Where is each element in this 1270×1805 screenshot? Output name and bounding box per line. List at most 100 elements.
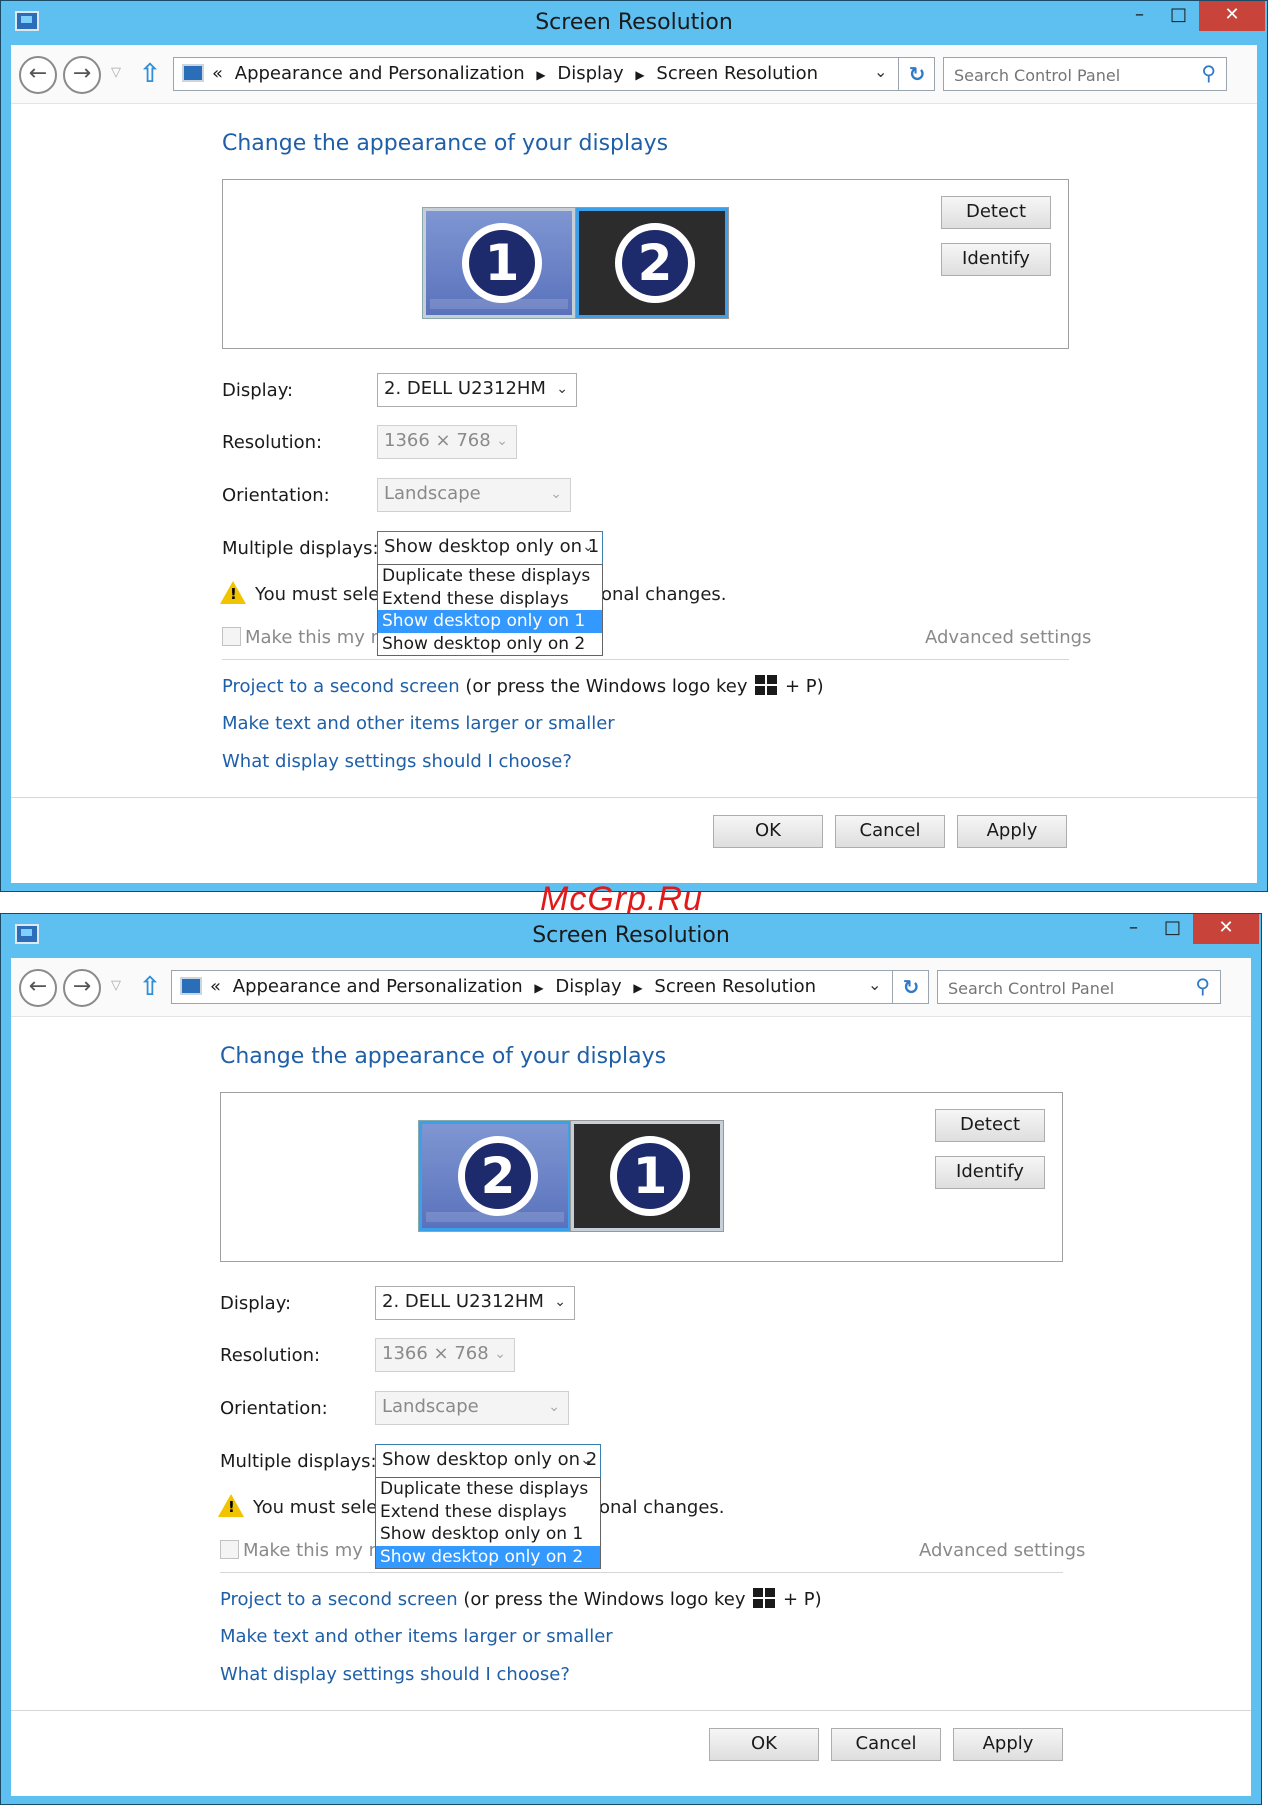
recent-pages-chevron-icon[interactable]: ▽ xyxy=(111,65,121,80)
multiple-displays-select[interactable]: Show desktop only on 2 ⌄ xyxy=(375,1444,601,1478)
dropdown-option[interactable]: Extend these displays xyxy=(378,588,602,611)
display-select[interactable]: 2. DELL U2312HM ⌄ xyxy=(377,373,577,407)
text-size-link[interactable]: Make text and other items larger or smal… xyxy=(222,713,615,734)
maximize-button[interactable]: □ xyxy=(1154,914,1191,944)
refresh-icon[interactable]: ↻ xyxy=(898,58,935,90)
close-button[interactable]: ✕ xyxy=(1199,1,1265,31)
ok-button[interactable]: OK xyxy=(709,1728,819,1761)
title-bar[interactable]: Screen Resolution – □ ✕ xyxy=(1,914,1261,958)
breadcrumb-overflow[interactable]: « xyxy=(210,976,221,997)
dropdown-option[interactable]: Duplicate these displays xyxy=(376,1478,600,1501)
chevron-down-icon: ⌄ xyxy=(580,1452,592,1468)
warning-text-start: You must select xyxy=(255,584,397,605)
up-arrow-icon[interactable]: ⇧ xyxy=(139,59,161,89)
screen-resolution-window-1: Screen Resolution – □ ✕ ← → ▽ ⇧ « Appear… xyxy=(0,0,1268,892)
maximize-button[interactable]: □ xyxy=(1160,1,1197,31)
back-arrow-icon[interactable]: ← xyxy=(19,969,57,1007)
breadcrumb-display[interactable]: Display xyxy=(555,976,621,997)
detect-button[interactable]: Detect xyxy=(941,196,1051,229)
resolution-select: 1366 × 768 ⌄ xyxy=(375,1338,515,1372)
forward-arrow-icon[interactable]: → xyxy=(63,969,101,1007)
orientation-select-value: Landscape xyxy=(384,483,481,504)
recent-pages-chevron-icon[interactable]: ▽ xyxy=(111,978,121,993)
multiple-displays-select[interactable]: Show desktop only on 1 ⌄ xyxy=(377,531,603,565)
breadcrumb-separator-icon[interactable]: ▶ xyxy=(534,981,543,995)
text-size-link[interactable]: Make text and other items larger or smal… xyxy=(220,1626,613,1647)
monitor-tile-selected[interactable]: 2 xyxy=(419,1121,571,1231)
search-box[interactable]: ⚲ xyxy=(937,970,1221,1004)
back-arrow-icon[interactable]: ← xyxy=(19,56,57,94)
footer-divider xyxy=(11,797,1257,798)
forward-arrow-icon[interactable]: → xyxy=(63,56,101,94)
chevron-down-icon: ⌄ xyxy=(554,1294,566,1310)
search-input[interactable] xyxy=(946,975,1170,1001)
warning-text-start: You must select xyxy=(253,1497,395,1518)
chevron-down-icon: ⌄ xyxy=(550,486,562,502)
dropdown-option[interactable]: Show desktop only on 1 xyxy=(376,1523,600,1546)
dropdown-option-selected[interactable]: Show desktop only on 1 xyxy=(378,610,602,633)
monitor-tile[interactable]: 1 xyxy=(571,1121,723,1231)
cancel-button[interactable]: Cancel xyxy=(835,815,945,848)
address-bar[interactable]: « Appearance and Personalization ▶ Displ… xyxy=(171,970,929,1004)
address-dropdown-icon[interactable]: ⌄ xyxy=(868,975,881,994)
breadcrumb-display[interactable]: Display xyxy=(557,63,623,84)
orientation-select: Landscape ⌄ xyxy=(375,1391,569,1425)
project-row: Project to a second screen (or press the… xyxy=(222,675,824,697)
search-icon[interactable]: ⚲ xyxy=(1201,61,1216,85)
display-select[interactable]: 2. DELL U2312HM ⌄ xyxy=(375,1286,575,1320)
project-to-second-screen-link[interactable]: Project to a second screen xyxy=(220,1589,458,1610)
breadcrumb-separator-icon[interactable]: ▶ xyxy=(536,68,545,82)
refresh-icon[interactable]: ↻ xyxy=(892,971,929,1003)
advanced-settings-link[interactable]: Advanced settings xyxy=(925,627,1091,648)
window-client-area: ← → ▽ ⇧ « Appearance and Personalization… xyxy=(11,958,1251,1796)
multiple-displays-select-value: Show desktop only on 1 xyxy=(384,536,600,557)
dropdown-option[interactable]: Show desktop only on 2 xyxy=(378,633,602,656)
search-box[interactable]: ⚲ xyxy=(943,57,1227,91)
up-arrow-icon[interactable]: ⇧ xyxy=(139,972,161,1002)
dropdown-option[interactable]: Extend these displays xyxy=(376,1501,600,1524)
ok-button[interactable]: OK xyxy=(713,815,823,848)
breadcrumb-separator-icon[interactable]: ▶ xyxy=(633,981,642,995)
page-heading: Change the appearance of your displays xyxy=(220,1044,667,1069)
search-input[interactable] xyxy=(952,62,1176,88)
window-title: Screen Resolution xyxy=(535,10,733,35)
apply-button[interactable]: Apply xyxy=(957,815,1067,848)
display-preview-panel: 1 2 Detect Identify xyxy=(222,179,1069,349)
breadcrumb-screen-resolution[interactable]: Screen Resolution xyxy=(656,63,818,84)
minimize-button[interactable]: – xyxy=(1121,1,1158,31)
orientation-label: Orientation: xyxy=(222,485,330,506)
project-note-shortcut: + P) xyxy=(782,1589,822,1610)
dropdown-option-selected[interactable]: Show desktop only on 2 xyxy=(376,1545,600,1568)
address-dropdown-icon[interactable]: ⌄ xyxy=(874,62,887,81)
breadcrumb-separator-icon[interactable]: ▶ xyxy=(635,68,644,82)
resolution-label: Resolution: xyxy=(220,1345,321,1366)
warning-text-end: onal changes. xyxy=(601,584,727,605)
breadcrumb-appearance[interactable]: Appearance and Personalization xyxy=(233,976,523,997)
windows-logo-icon xyxy=(753,1588,776,1608)
address-bar[interactable]: « Appearance and Personalization ▶ Displ… xyxy=(173,57,935,91)
dropdown-option[interactable]: Duplicate these displays xyxy=(378,565,602,588)
close-button[interactable]: ✕ xyxy=(1193,914,1259,944)
apply-button[interactable]: Apply xyxy=(953,1728,1063,1761)
display-help-link[interactable]: What display settings should I choose? xyxy=(220,1664,570,1685)
warning-text-end: onal changes. xyxy=(599,1497,725,1518)
advanced-settings-link[interactable]: Advanced settings xyxy=(919,1540,1085,1561)
cancel-button[interactable]: Cancel xyxy=(831,1728,941,1761)
main-display-checkbox xyxy=(222,627,241,646)
breadcrumb-screen-resolution[interactable]: Screen Resolution xyxy=(654,976,816,997)
minimize-button[interactable]: – xyxy=(1115,914,1152,944)
title-bar[interactable]: Screen Resolution – □ ✕ xyxy=(1,1,1267,45)
breadcrumb-appearance[interactable]: Appearance and Personalization xyxy=(235,63,525,84)
detect-button[interactable]: Detect xyxy=(935,1109,1045,1142)
identify-button[interactable]: Identify xyxy=(941,243,1051,276)
display-help-link[interactable]: What display settings should I choose? xyxy=(222,751,572,772)
monitor-tile[interactable]: 1 xyxy=(423,208,575,318)
search-icon[interactable]: ⚲ xyxy=(1195,974,1210,998)
monitor-tile-selected[interactable]: 2 xyxy=(576,208,728,318)
identify-button[interactable]: Identify xyxy=(935,1156,1045,1189)
breadcrumb-overflow[interactable]: « xyxy=(212,63,223,84)
multiple-displays-label: Multiple displays: xyxy=(222,538,379,559)
project-to-second-screen-link[interactable]: Project to a second screen xyxy=(222,676,460,697)
page-heading: Change the appearance of your displays xyxy=(222,131,669,156)
window-client-area: ← → ▽ ⇧ « Appearance and Personalization… xyxy=(11,45,1257,883)
